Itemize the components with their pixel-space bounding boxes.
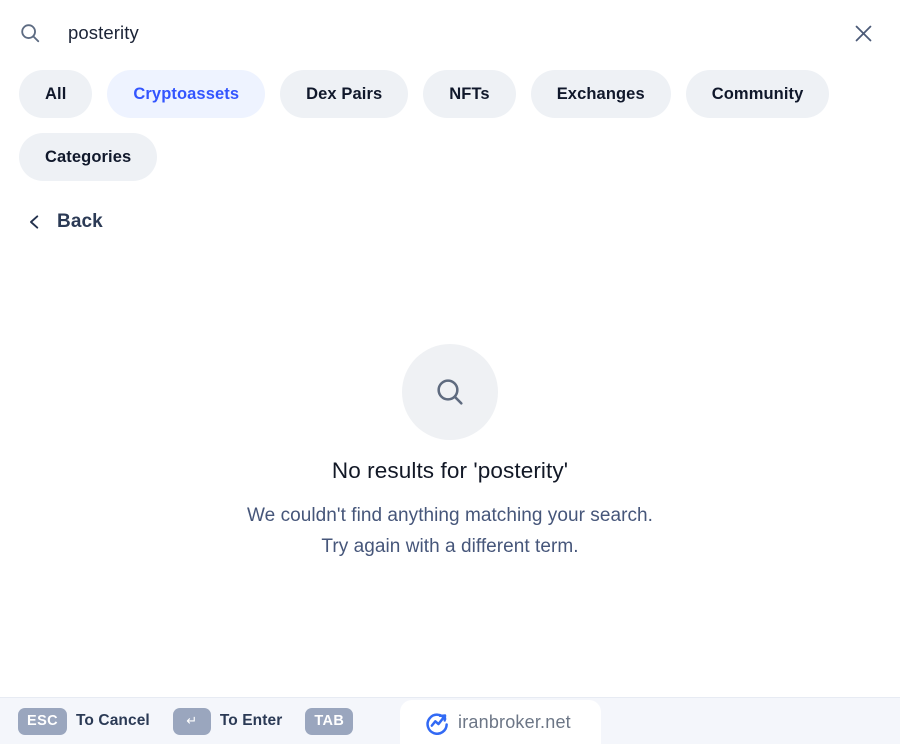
back-label: Back xyxy=(57,211,103,232)
empty-state: No results for 'posterity' We couldn't f… xyxy=(0,344,900,562)
empty-state-description-line1: We couldn't find anything matching your … xyxy=(247,505,653,526)
keycap-enter: ↵ xyxy=(172,707,211,735)
back-row: Back xyxy=(0,181,900,238)
keycap-esc: ESC xyxy=(18,707,68,735)
shortcut-label-enter: To Enter xyxy=(219,712,283,729)
search-bar xyxy=(0,0,900,66)
filter-chip-exchanges[interactable]: Exchanges xyxy=(530,70,671,118)
back-button[interactable]: Back xyxy=(24,207,105,237)
shortcut-enter[interactable]: ↵ To Enter xyxy=(172,707,283,735)
search-icon xyxy=(19,22,41,44)
shortcut-label-cancel: To Cancel xyxy=(76,712,150,729)
watermark: iranbroker.net xyxy=(400,700,601,744)
search-icon xyxy=(434,376,466,408)
filter-chip-cryptoassets[interactable]: Cryptoassets xyxy=(107,70,266,118)
filter-chip-nfts[interactable]: NFTs xyxy=(423,70,516,118)
close-icon xyxy=(853,23,874,44)
empty-state-description-line2: Try again with a different term. xyxy=(321,536,579,557)
filter-chip-categories[interactable]: Categories xyxy=(19,133,158,181)
empty-state-icon-circle xyxy=(402,344,498,440)
filter-chip-all[interactable]: All xyxy=(19,70,93,118)
filter-chip-community[interactable]: Community xyxy=(685,70,830,118)
watermark-text: iranbroker.net xyxy=(458,711,571,732)
chevron-left-icon xyxy=(26,211,43,233)
search-input[interactable] xyxy=(68,22,846,44)
empty-state-title: No results for 'posterity' xyxy=(331,458,569,483)
chart-arrow-logo-icon xyxy=(424,710,449,735)
close-button[interactable] xyxy=(846,16,880,50)
filter-chip-list: All Cryptoassets Dex Pairs NFTs Exchange… xyxy=(0,66,900,181)
shortcut-tab[interactable]: TAB xyxy=(305,707,362,735)
keycap-tab: TAB xyxy=(305,707,354,735)
empty-state-description: We couldn't find anything matching your … xyxy=(247,500,653,562)
filter-chip-dex-pairs[interactable]: Dex Pairs xyxy=(280,70,409,118)
shortcut-cancel[interactable]: ESC To Cancel xyxy=(18,707,150,735)
